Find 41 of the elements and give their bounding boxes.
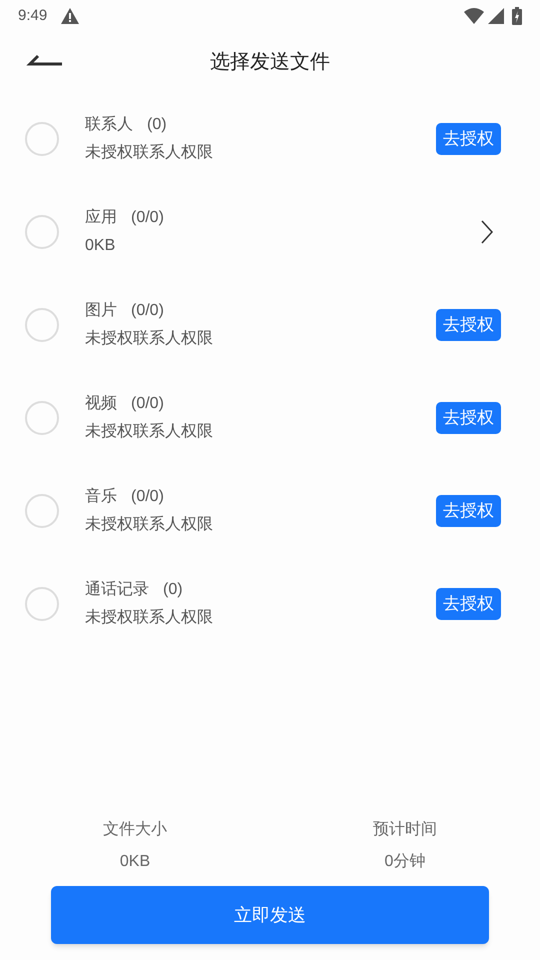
category-status: 未授权联系人权限 [85, 608, 214, 628]
category-title: 音乐 [85, 486, 117, 506]
category-status: 未授权联系人权限 [85, 422, 214, 442]
category-status: 0KB [85, 236, 116, 256]
category-title: 通话记录 [85, 580, 149, 600]
select-radio[interactable] [25, 494, 59, 528]
authorize-button[interactable]: 去授权 [436, 122, 501, 154]
battery-icon [512, 7, 522, 25]
category-count: (0) [147, 114, 167, 134]
summary-label: 预计时间 [373, 820, 437, 840]
authorize-button[interactable]: 去授权 [436, 308, 501, 340]
authorize-button[interactable]: 去授权 [436, 494, 501, 526]
select-radio[interactable] [25, 586, 59, 620]
select-radio[interactable] [25, 214, 59, 248]
category-count: (0/0) [131, 394, 164, 414]
select-radio[interactable] [25, 122, 59, 156]
category-count: (0) [163, 580, 183, 600]
category-count: (0/0) [131, 300, 164, 320]
page-title: 选择发送文件 [210, 50, 330, 75]
summary-label: 文件大小 [103, 820, 167, 840]
summary-value: 0KB [120, 852, 150, 872]
category-title: 联系人 [85, 114, 133, 134]
wifi-icon [464, 8, 484, 24]
summary-value: 0分钟 [384, 852, 426, 872]
select-radio[interactable] [25, 308, 59, 342]
category-status: 未授权联系人权限 [85, 328, 214, 348]
category-status: 未授权联系人权限 [85, 142, 214, 162]
signal-icon [488, 8, 504, 24]
category-status: 未授权联系人权限 [85, 514, 214, 534]
category-count: (0/0) [131, 208, 164, 228]
category-title: 应用 [85, 208, 117, 228]
category-count: (0/0) [131, 486, 164, 506]
select-radio[interactable] [25, 400, 59, 434]
authorize-button[interactable]: 去授权 [436, 588, 501, 620]
category-title: 视频 [85, 394, 117, 414]
category-title: 图片 [85, 300, 117, 320]
warning-icon [61, 8, 80, 24]
send-button[interactable]: 立即发送 [51, 886, 489, 944]
chevron-right-icon[interactable] [481, 220, 493, 244]
clock: 9:49 [18, 6, 48, 26]
authorize-button[interactable]: 去授权 [436, 402, 501, 434]
